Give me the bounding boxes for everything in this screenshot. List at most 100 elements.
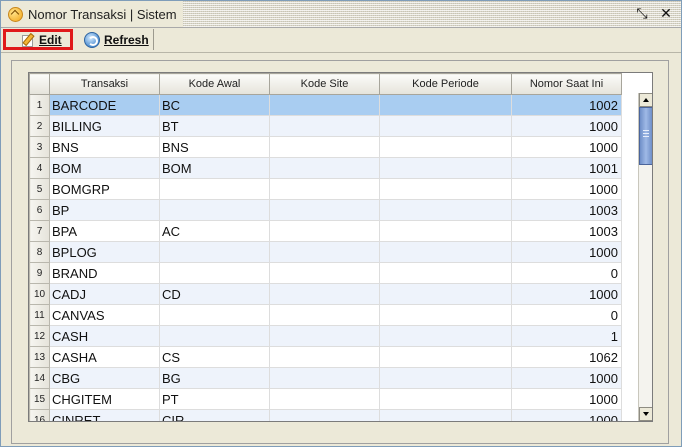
cell-kode-periode[interactable] bbox=[379, 157, 512, 179]
column-header-kode-site[interactable]: Kode Site bbox=[269, 73, 380, 95]
cell-kode-awal[interactable] bbox=[159, 325, 270, 347]
vertical-scrollbar[interactable] bbox=[638, 93, 652, 421]
table-row[interactable]: 10 CADJ CD 1000 bbox=[29, 283, 622, 305]
table-row[interactable]: 8 BPLOG 1000 bbox=[29, 241, 622, 263]
close-icon[interactable]: ✕ bbox=[658, 6, 674, 22]
cell-kode-awal[interactable]: CIR bbox=[159, 409, 270, 421]
cell-nomor-saat-ini[interactable]: 1 bbox=[511, 325, 622, 347]
refresh-button[interactable]: Refresh bbox=[81, 29, 154, 50]
cell-kode-awal[interactable]: CS bbox=[159, 346, 270, 368]
cell-kode-site[interactable] bbox=[269, 262, 380, 284]
row-number-cell[interactable]: 9 bbox=[29, 262, 50, 284]
cell-nomor-saat-ini[interactable]: 1000 bbox=[511, 241, 622, 263]
cell-nomor-saat-ini[interactable]: 1000 bbox=[511, 388, 622, 410]
cell-nomor-saat-ini[interactable]: 1062 bbox=[511, 346, 622, 368]
table-row[interactable]: 3 BNS BNS 1000 bbox=[29, 136, 622, 158]
cell-kode-site[interactable] bbox=[269, 388, 380, 410]
cell-kode-periode[interactable] bbox=[379, 220, 512, 242]
cell-nomor-saat-ini[interactable]: 1003 bbox=[511, 199, 622, 221]
cell-transaksi[interactable]: BOM bbox=[49, 157, 160, 179]
cell-nomor-saat-ini[interactable]: 1000 bbox=[511, 136, 622, 158]
cell-kode-periode[interactable] bbox=[379, 136, 512, 158]
cell-kode-awal[interactable]: BC bbox=[159, 94, 270, 116]
cell-transaksi[interactable]: BARCODE bbox=[49, 94, 160, 116]
cell-kode-site[interactable] bbox=[269, 409, 380, 421]
cell-nomor-saat-ini[interactable]: 0 bbox=[511, 262, 622, 284]
cell-kode-site[interactable] bbox=[269, 346, 380, 368]
cell-kode-periode[interactable] bbox=[379, 262, 512, 284]
table-row[interactable]: 15 CHGITEM PT 1000 bbox=[29, 388, 622, 410]
restore-icon[interactable]: ⤡ bbox=[634, 6, 650, 22]
cell-transaksi[interactable]: CASHA bbox=[49, 346, 160, 368]
row-number-cell[interactable]: 11 bbox=[29, 304, 50, 326]
cell-kode-awal[interactable]: AC bbox=[159, 220, 270, 242]
cell-kode-periode[interactable] bbox=[379, 115, 512, 137]
column-header-kode-awal[interactable]: Kode Awal bbox=[159, 73, 270, 95]
cell-transaksi[interactable]: BRAND bbox=[49, 262, 160, 284]
cell-kode-awal[interactable] bbox=[159, 262, 270, 284]
cell-nomor-saat-ini[interactable]: 1003 bbox=[511, 220, 622, 242]
scroll-down-arrow-icon[interactable] bbox=[639, 407, 652, 421]
cell-transaksi[interactable]: BP bbox=[49, 199, 160, 221]
row-number-cell[interactable]: 2 bbox=[29, 115, 50, 137]
row-number-cell[interactable]: 6 bbox=[29, 199, 50, 221]
cell-transaksi[interactable]: CINRET bbox=[49, 409, 160, 421]
cell-kode-site[interactable] bbox=[269, 367, 380, 389]
cell-kode-periode[interactable] bbox=[379, 367, 512, 389]
column-header-nomor-saat-ini[interactable]: Nomor Saat Ini bbox=[511, 73, 622, 95]
cell-nomor-saat-ini[interactable]: 0 bbox=[511, 304, 622, 326]
edit-button[interactable]: Edit bbox=[3, 29, 73, 50]
cell-kode-periode[interactable] bbox=[379, 94, 512, 116]
cell-kode-site[interactable] bbox=[269, 94, 380, 116]
row-number-cell[interactable]: 14 bbox=[29, 367, 50, 389]
cell-nomor-saat-ini[interactable]: 1000 bbox=[511, 409, 622, 421]
cell-transaksi[interactable]: CANVAS bbox=[49, 304, 160, 326]
cell-kode-site[interactable] bbox=[269, 157, 380, 179]
cell-kode-periode[interactable] bbox=[379, 409, 512, 421]
cell-kode-awal[interactable]: BNS bbox=[159, 136, 270, 158]
cell-transaksi[interactable]: BPA bbox=[49, 220, 160, 242]
row-number-cell[interactable]: 13 bbox=[29, 346, 50, 368]
cell-kode-periode[interactable] bbox=[379, 199, 512, 221]
table-row[interactable]: 14 CBG BG 1000 bbox=[29, 367, 622, 389]
cell-kode-periode[interactable] bbox=[379, 304, 512, 326]
cell-transaksi[interactable]: BNS bbox=[49, 136, 160, 158]
cell-transaksi[interactable]: BILLING bbox=[49, 115, 160, 137]
row-number-cell[interactable]: 1 bbox=[29, 94, 50, 116]
cell-kode-site[interactable] bbox=[269, 115, 380, 137]
cell-nomor-saat-ini[interactable]: 1001 bbox=[511, 157, 622, 179]
cell-transaksi[interactable]: CADJ bbox=[49, 283, 160, 305]
scroll-up-arrow-icon[interactable] bbox=[639, 93, 652, 107]
cell-kode-awal[interactable]: PT bbox=[159, 388, 270, 410]
row-number-cell[interactable]: 7 bbox=[29, 220, 50, 242]
cell-kode-awal[interactable]: BOM bbox=[159, 157, 270, 179]
cell-transaksi[interactable]: BOMGRP bbox=[49, 178, 160, 200]
cell-transaksi[interactable]: BPLOG bbox=[49, 241, 160, 263]
cell-nomor-saat-ini[interactable]: 1000 bbox=[511, 367, 622, 389]
cell-kode-awal[interactable] bbox=[159, 304, 270, 326]
row-number-cell[interactable]: 3 bbox=[29, 136, 50, 158]
cell-nomor-saat-ini[interactable]: 1000 bbox=[511, 283, 622, 305]
cell-transaksi[interactable]: CASH bbox=[49, 325, 160, 347]
row-number-cell[interactable]: 4 bbox=[29, 157, 50, 179]
row-number-cell[interactable]: 8 bbox=[29, 241, 50, 263]
table-row[interactable]: 7 BPA AC 1003 bbox=[29, 220, 622, 242]
cell-transaksi[interactable]: CHGITEM bbox=[49, 388, 160, 410]
table-row[interactable]: 9 BRAND 0 bbox=[29, 262, 622, 284]
column-header-kode-periode[interactable]: Kode Periode bbox=[379, 73, 512, 95]
cell-kode-periode[interactable] bbox=[379, 283, 512, 305]
cell-kode-periode[interactable] bbox=[379, 325, 512, 347]
cell-kode-site[interactable] bbox=[269, 136, 380, 158]
grid-corner-cell[interactable] bbox=[29, 73, 50, 95]
table-row[interactable]: 4 BOM BOM 1001 bbox=[29, 157, 622, 179]
title-bar[interactable]: Nomor Transaksi | Sistem ⤡ ✕ bbox=[1, 1, 681, 28]
cell-kode-periode[interactable] bbox=[379, 178, 512, 200]
cell-kode-periode[interactable] bbox=[379, 346, 512, 368]
cell-nomor-saat-ini[interactable]: 1000 bbox=[511, 115, 622, 137]
table-row[interactable]: 16 CINRET CIR 1000 bbox=[29, 409, 622, 421]
table-row[interactable]: 11 CANVAS 0 bbox=[29, 304, 622, 326]
table-row[interactable]: 13 CASHA CS 1062 bbox=[29, 346, 622, 368]
table-row[interactable]: 5 BOMGRP 1000 bbox=[29, 178, 622, 200]
cell-kode-awal[interactable] bbox=[159, 241, 270, 263]
table-row[interactable]: 12 CASH 1 bbox=[29, 325, 622, 347]
